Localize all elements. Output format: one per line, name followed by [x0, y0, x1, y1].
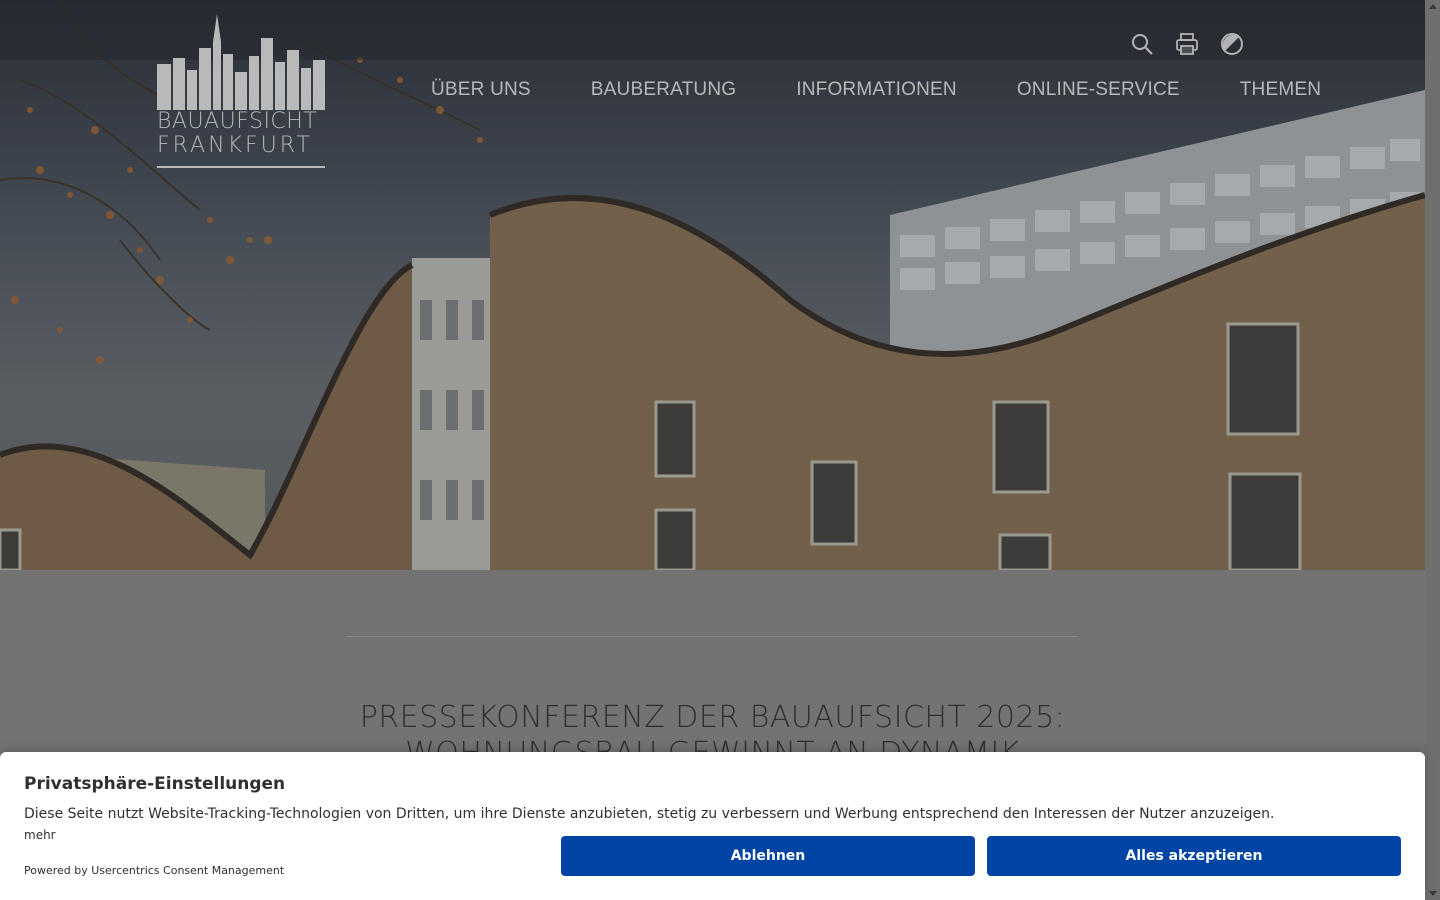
- nav-item-bauberatung[interactable]: BAUBERATUNG: [591, 79, 736, 101]
- toolbar: [1130, 32, 1244, 56]
- contrast-icon[interactable]: [1220, 32, 1244, 56]
- nav-item-ueber-uns[interactable]: ÜBER UNS: [431, 79, 531, 101]
- hero-image: BAUAUFSICHT FRANKFURT ÜBER UNS BAUBERATU…: [0, 0, 1425, 570]
- nav-item-online-service[interactable]: ONLINE-SERVICE: [1017, 79, 1180, 101]
- main-navigation: ÜBER UNS BAUBERATUNG INFORMATIONEN ONLIN…: [431, 79, 1321, 101]
- cookie-consent-banner: Privatsphäre-Einstellungen Diese Seite n…: [0, 752, 1425, 900]
- consent-powered-by[interactable]: Powered by Usercentrics Consent Manageme…: [24, 864, 284, 877]
- consent-title: Privatsphäre-Einstellungen: [24, 774, 286, 794]
- print-icon[interactable]: [1175, 32, 1199, 56]
- headline-line1: PRESSEKONFERENZ DER BAUAUFSICHT 2025:: [359, 700, 1066, 735]
- page-scrollbar[interactable]: [1425, 0, 1440, 900]
- site-logo[interactable]: BAUAUFSICHT FRANKFURT: [157, 14, 327, 170]
- nav-item-informationen[interactable]: INFORMATIONEN: [796, 79, 957, 101]
- consent-more-link[interactable]: mehr: [24, 828, 56, 842]
- accept-all-button[interactable]: Alles akzeptieren: [987, 836, 1401, 876]
- logo-underline: [157, 166, 325, 168]
- logo-text-line1: BAUAUFSICHT: [157, 109, 318, 134]
- logo-text-line2: FRANKFURT: [157, 133, 313, 158]
- scroll-down-arrow[interactable]: [1429, 891, 1437, 896]
- deny-button[interactable]: Ablehnen: [561, 836, 975, 876]
- skyline-logo-graphic: [157, 14, 325, 110]
- content-divider: [346, 636, 1078, 637]
- nav-item-themen[interactable]: THEMEN: [1240, 79, 1321, 101]
- scroll-up-arrow[interactable]: [1429, 4, 1437, 9]
- search-icon[interactable]: [1130, 32, 1154, 56]
- consent-description: Diese Seite nutzt Website-Tracking-Techn…: [24, 806, 1275, 822]
